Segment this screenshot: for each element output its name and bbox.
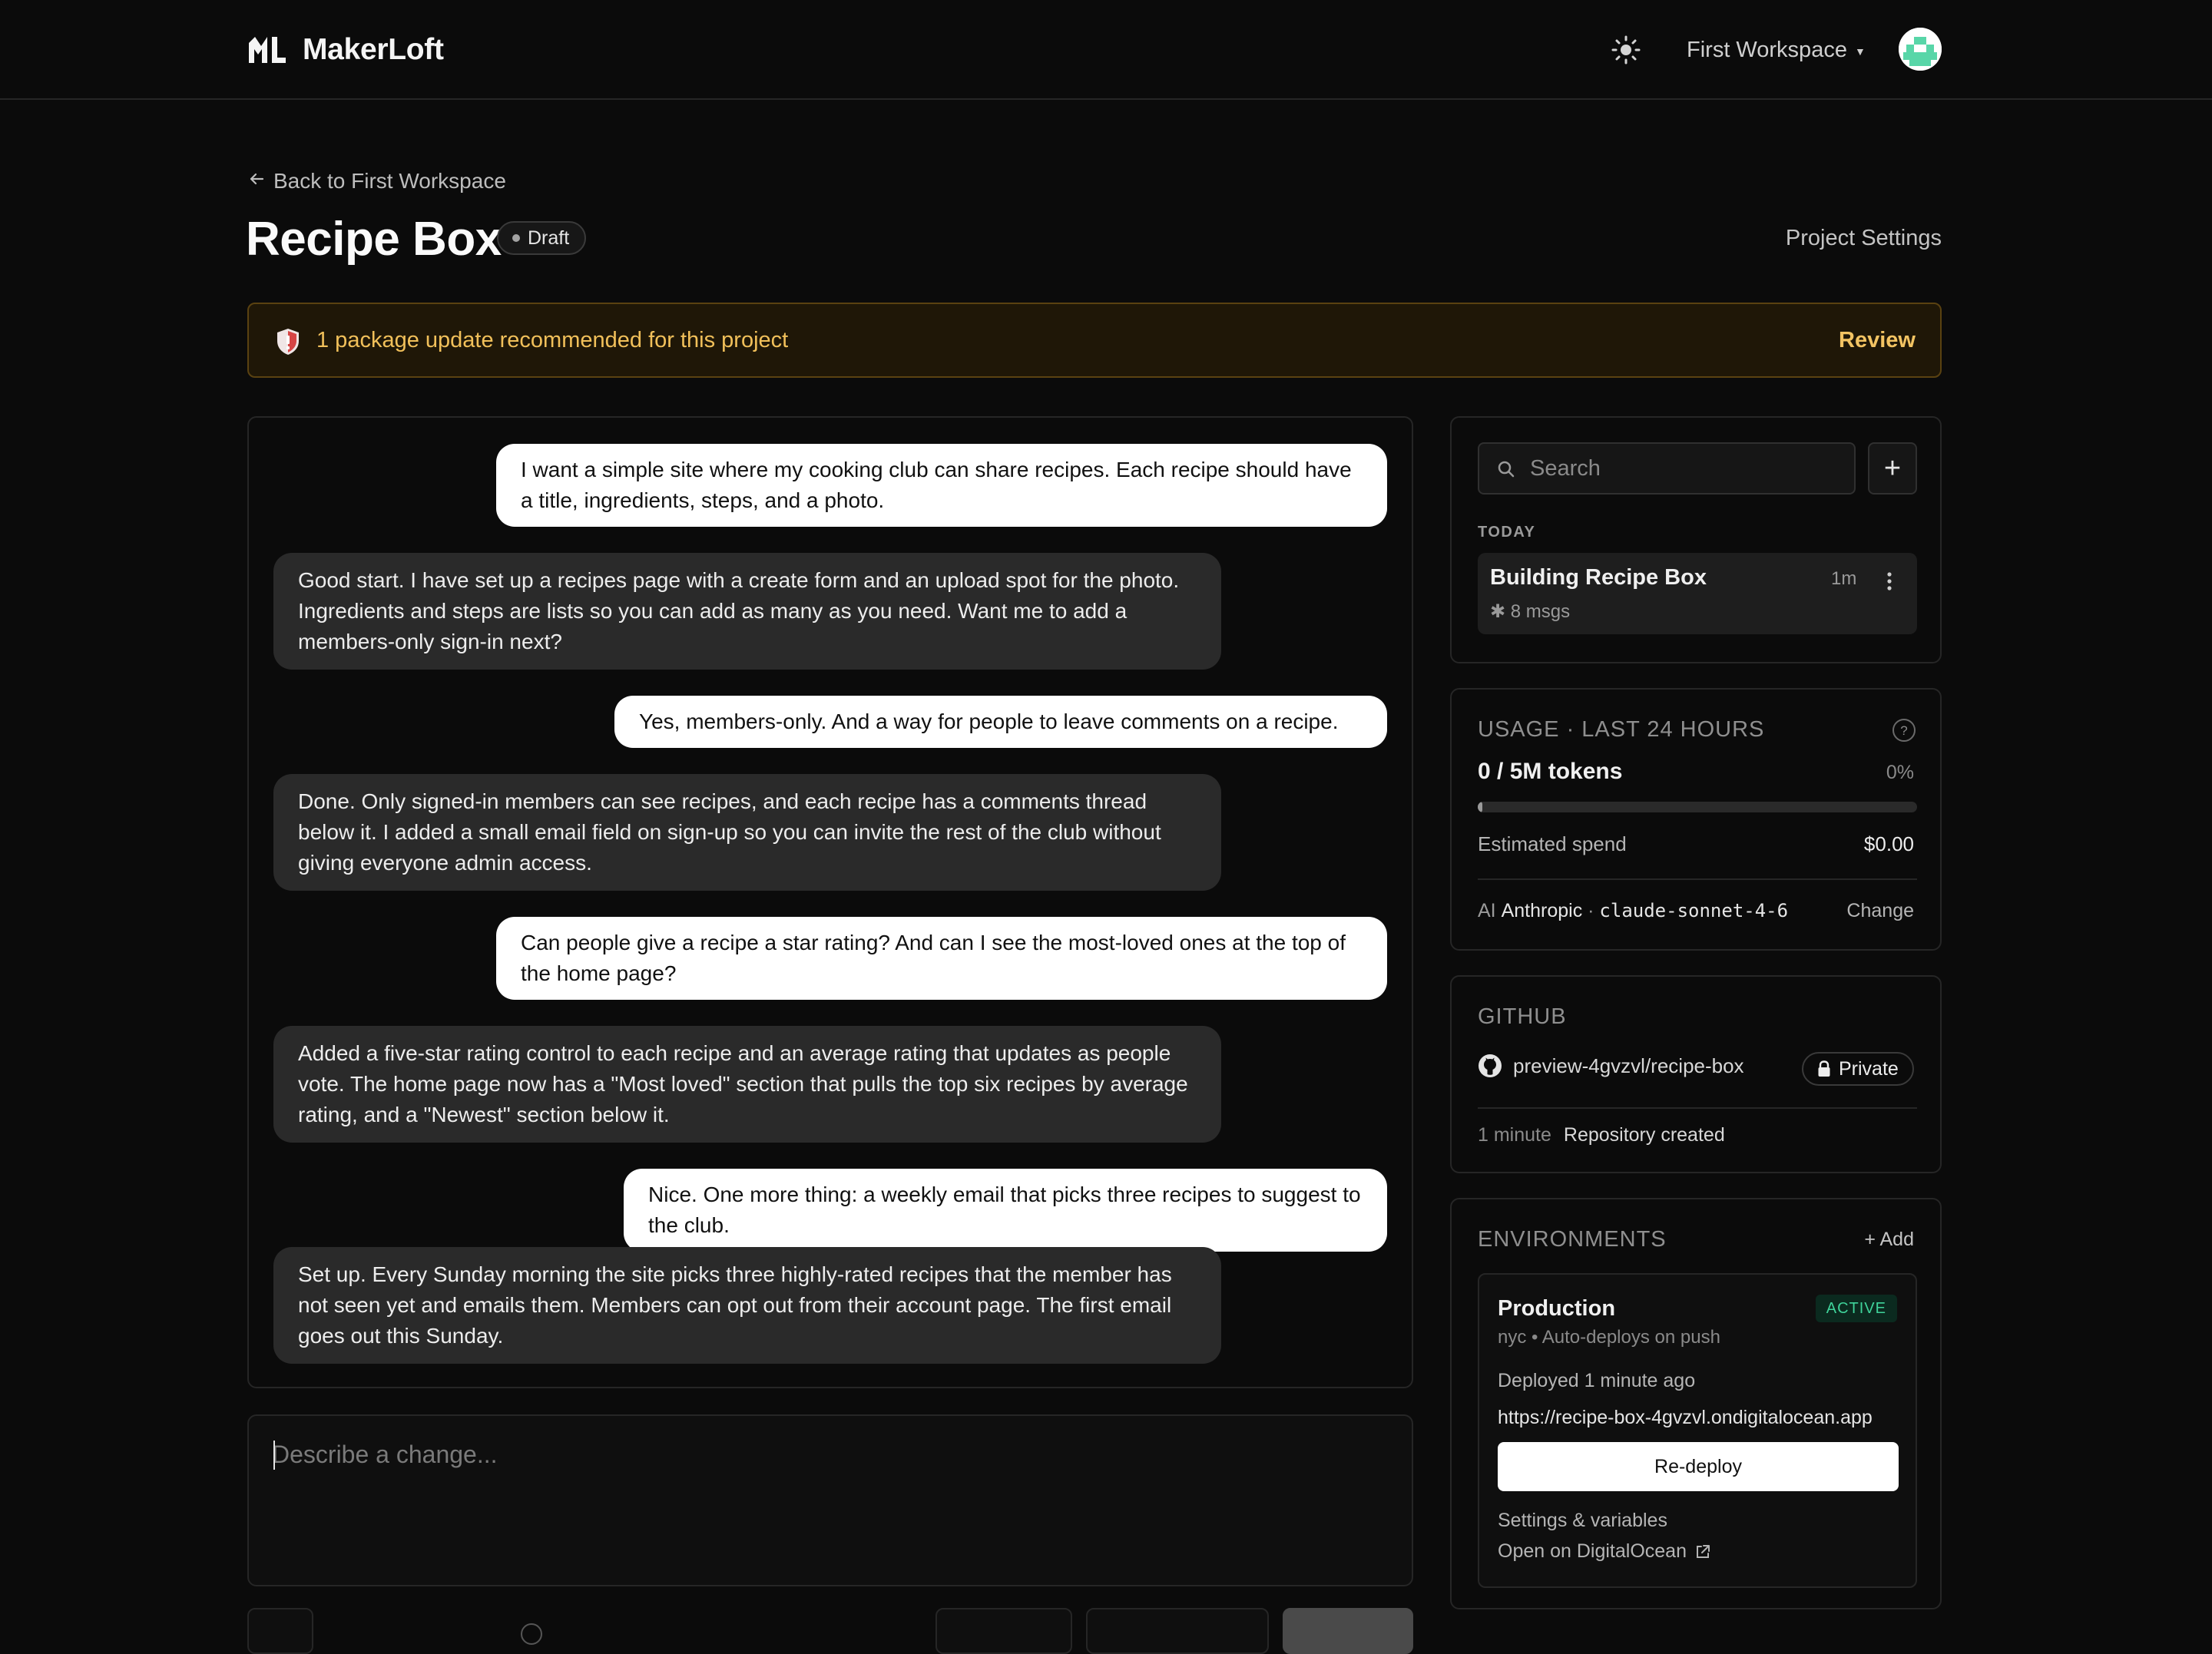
back-link-label: Back to First Workspace xyxy=(273,169,506,193)
change-model-button[interactable]: Change xyxy=(1846,900,1914,922)
search-icon xyxy=(1498,461,1515,478)
avatar[interactable] xyxy=(1899,28,1942,71)
workspace-name: First Workspace xyxy=(1687,37,1847,62)
spend-value: $0.00 xyxy=(1863,832,1914,855)
github-icon xyxy=(1479,1054,1502,1077)
workspace-switcher[interactable]: First Workspace ▼ xyxy=(1687,31,1866,69)
avatar-identicon xyxy=(1899,28,1942,71)
visibility-badge: Private xyxy=(1802,1052,1914,1086)
plus-icon: + xyxy=(1883,452,1902,485)
svg-text:?: ? xyxy=(1900,723,1907,738)
github-heading: GITHUB xyxy=(1478,1004,1567,1029)
redeploy-button[interactable]: Re-deploy xyxy=(1498,1442,1899,1491)
search-input[interactable] xyxy=(1528,444,1843,493)
status-dot xyxy=(512,234,520,242)
repo-name: preview-4gvzvl/recipe-box xyxy=(1513,1054,1744,1077)
project-settings-link[interactable]: Project Settings xyxy=(1786,223,1942,253)
send-button[interactable] xyxy=(1283,1608,1413,1654)
brand-name: MakerLoft xyxy=(303,33,444,66)
ai-separator: · xyxy=(1582,900,1600,921)
conversation-item[interactable]: Building Recipe Box 1m ✱ 8 msgs xyxy=(1478,553,1917,634)
model-select[interactable] xyxy=(1086,1608,1269,1654)
alert-message: 1 package update recommended for this pr… xyxy=(316,328,789,352)
review-button[interactable]: Review xyxy=(1839,304,1916,376)
change-description-input[interactable] xyxy=(272,1437,1386,1568)
brand[interactable]: MakerLoft xyxy=(247,28,444,72)
caret-down-icon: ▼ xyxy=(1854,45,1866,58)
sparkle-icon: ✱ xyxy=(1490,601,1511,622)
conversation-time: 1m xyxy=(1831,568,1857,589)
conversation-history-card: + TODAY Building Recipe Box 1m ✱ 8 msgs xyxy=(1450,416,1942,663)
mode-select[interactable] xyxy=(935,1608,1072,1654)
environment-url-link[interactable]: https://recipe-box-4gvzvl.ondigitalocean… xyxy=(1498,1407,1873,1429)
environments-card: ENVIRONMENTS + Add Production ACTIVE nyc… xyxy=(1450,1198,1942,1609)
conversation-msgs-label: 8 msgs xyxy=(1510,601,1571,622)
open-digitalocean-link[interactable]: Open on DigitalOcean xyxy=(1498,1540,1711,1563)
activity-time: 1 minute xyxy=(1478,1124,1551,1146)
environment-status-badge: ACTIVE xyxy=(1815,1295,1897,1322)
attach-button[interactable] xyxy=(247,1608,313,1654)
activity-text: Repository created xyxy=(1563,1124,1725,1146)
package-update-alert: 1 package update recommended for this pr… xyxy=(247,303,1942,378)
help-circle-icon[interactable] xyxy=(521,1623,542,1645)
conversation-msg-count: ✱ 8 msgs xyxy=(1490,600,1570,623)
search-box[interactable] xyxy=(1478,442,1856,495)
environment-name: Production xyxy=(1498,1296,1616,1321)
theme-toggle-button[interactable] xyxy=(1607,32,1645,68)
conversation-title: Building Recipe Box xyxy=(1490,565,1707,590)
history-group-label: TODAY xyxy=(1478,524,1536,541)
sun-icon xyxy=(1611,35,1641,65)
chat-thread[interactable]: I want a simple site where my cooking cl… xyxy=(247,416,1413,1388)
repo-link[interactable]: preview-4gvzvl/recipe-box xyxy=(1478,1054,1744,1078)
deployed-time: Deployed 1 minute ago xyxy=(1498,1370,1696,1391)
status-label: Draft xyxy=(528,227,570,249)
divider xyxy=(1478,878,1917,880)
ai-prefix: AI xyxy=(1478,900,1502,921)
assistant-message: Added a five-star rating control to each… xyxy=(273,1026,1221,1143)
user-message: I want a simple site where my cooking cl… xyxy=(496,444,1387,527)
ai-model-info: AI Anthropic · claude-sonnet-4-6 xyxy=(1478,900,1788,922)
kebab-menu-icon[interactable] xyxy=(1882,570,1897,593)
environment-production: Production ACTIVE nyc • Auto-deploys on … xyxy=(1478,1273,1917,1588)
makerloft-logo-icon xyxy=(249,37,286,63)
ai-provider: Anthropic xyxy=(1501,900,1583,921)
usage-tokens: 0 / 5M tokens xyxy=(1478,759,1623,784)
user-message: Yes, members-only. And a way for people … xyxy=(614,696,1387,748)
environments-heading: ENVIRONMENTS xyxy=(1478,1227,1667,1252)
arrow-left-icon xyxy=(247,169,266,194)
page-title: Recipe Box xyxy=(246,213,502,266)
help-circle-icon[interactable]: ? xyxy=(1891,717,1917,743)
usage-percent: 0% xyxy=(1886,762,1914,783)
status-badge: Draft xyxy=(497,221,587,255)
usage-card: USAGE · LAST 24 HOURS ? 0 / 5M tokens 0%… xyxy=(1450,688,1942,951)
assistant-message: Set up. Every Sunday morning the site pi… xyxy=(273,1247,1221,1364)
usage-progress-fill xyxy=(1478,802,1482,812)
spend-label: Estimated spend xyxy=(1478,832,1627,855)
usage-heading: USAGE · LAST 24 HOURS xyxy=(1478,717,1765,742)
ai-model-name: claude-sonnet-4-6 xyxy=(1599,900,1789,921)
open-digitalocean-label: Open on DigitalOcean xyxy=(1498,1540,1687,1562)
divider xyxy=(1478,1107,1917,1109)
user-message: Can people give a recipe a star rating? … xyxy=(496,917,1387,1000)
github-activity: 1 minute Repository created xyxy=(1478,1124,1725,1146)
environment-meta: nyc • Auto-deploys on push xyxy=(1498,1327,1720,1348)
composer xyxy=(247,1414,1413,1586)
lock-icon xyxy=(1818,1060,1830,1077)
text-cursor xyxy=(273,1441,275,1470)
shield-alert-icon xyxy=(277,329,299,355)
assistant-message: Done. Only signed-in members can see rec… xyxy=(273,774,1221,891)
assistant-message: Good start. I have set up a recipes page… xyxy=(273,553,1221,670)
usage-progress-bar xyxy=(1478,802,1917,812)
settings-variables-link[interactable]: Settings & variables xyxy=(1498,1510,1667,1532)
user-message: Nice. One more thing: a weekly email tha… xyxy=(624,1169,1387,1252)
external-link-icon xyxy=(1696,1544,1710,1558)
back-link[interactable]: Back to First Workspace xyxy=(247,166,506,197)
visibility-label: Private xyxy=(1839,1057,1899,1080)
settings-variables-label: Settings & variables xyxy=(1498,1510,1667,1531)
new-conversation-button[interactable]: + xyxy=(1868,442,1917,495)
add-environment-button[interactable]: + Add xyxy=(1864,1229,1914,1251)
github-card: GITHUB preview-4gvzvl/recipe-box Private… xyxy=(1450,975,1942,1173)
top-nav: MakerLoft First Workspace ▼ xyxy=(0,0,2212,100)
